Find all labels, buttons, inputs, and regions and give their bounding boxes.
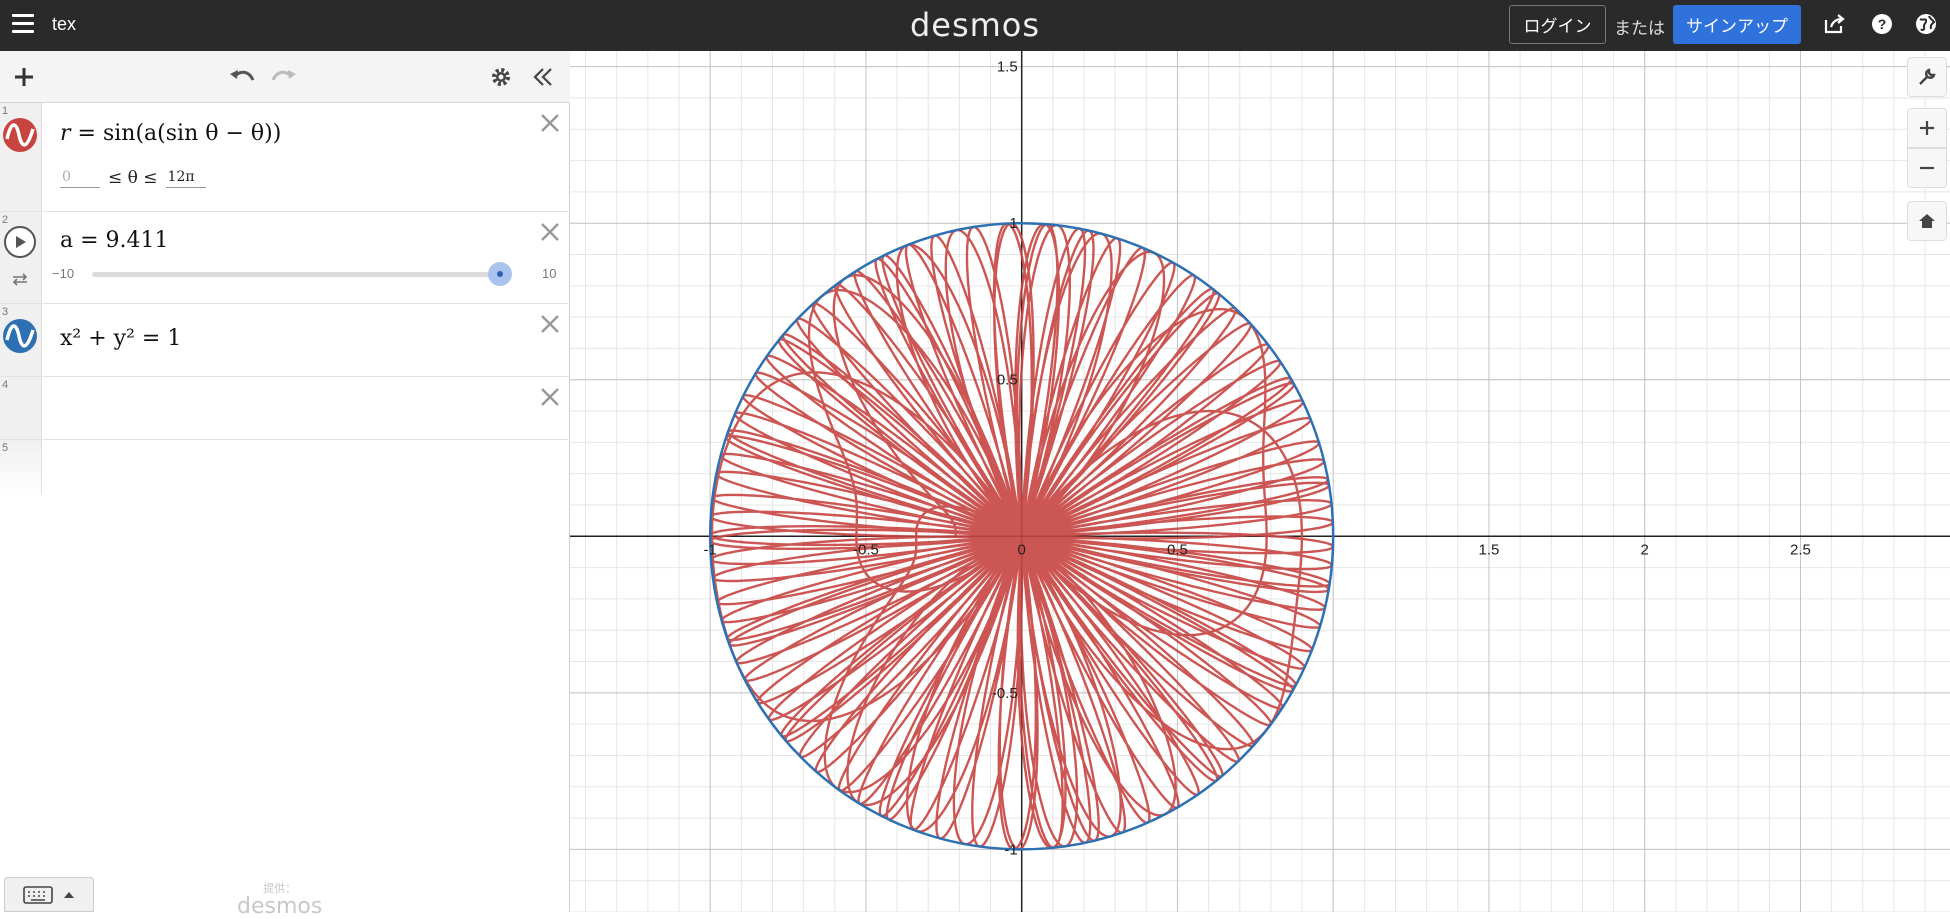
expression-item[interactable]: 4 xyxy=(0,377,570,440)
graph-title[interactable]: tex xyxy=(52,14,76,35)
x-tick-label: -0.5 xyxy=(853,541,879,558)
y-tick-label: -0.5 xyxy=(992,685,1018,702)
remove-expression-icon[interactable] xyxy=(538,220,562,244)
expr-lhs: r xyxy=(60,121,71,146)
x-tick-label: 0.5 xyxy=(1167,541,1188,558)
expr-rhs: sin(a(sin θ − θ)) xyxy=(102,121,282,146)
expression-index: 2 xyxy=(2,214,9,226)
expression-item[interactable]: 3 x² + y² = 1 xyxy=(0,304,570,377)
help-icon[interactable]: ? xyxy=(1870,12,1894,36)
y-tick-label: 1.5 xyxy=(997,59,1018,76)
expression-index: 1 xyxy=(2,105,9,117)
share-icon[interactable] xyxy=(1823,12,1847,36)
redo-button[interactable] xyxy=(270,63,298,91)
slider-min-label[interactable]: −10 xyxy=(52,266,74,281)
slider[interactable]: −10 10 xyxy=(52,262,562,286)
expression-item[interactable]: 1 r = sin(a(sin θ − θ)) 0 ≤ θ ≤ 12π xyxy=(0,103,570,212)
powered-by-brand: desmos xyxy=(237,894,323,919)
x-tick-label: 2.5 xyxy=(1790,541,1811,558)
domain-max-input[interactable]: 12π xyxy=(165,169,206,188)
graph-canvas[interactable]: -1 -0.5 0 0.5 1.5 2 2.5 1.5 1 0.5 -0.5 -1 xyxy=(570,51,1950,912)
domain-symbol: ≤ θ ≤ xyxy=(108,168,158,188)
graph-settings-wrench-icon[interactable] xyxy=(1907,57,1947,97)
new-expression-item[interactable]: 5 xyxy=(0,440,570,495)
y-tick-label: 0.5 xyxy=(997,372,1018,389)
x-tick-label: 0 xyxy=(1018,541,1026,558)
expression-list: 1 r = sin(a(sin θ − θ)) 0 ≤ θ ≤ 12π 2 a … xyxy=(0,103,570,495)
y-tick-label: -1 xyxy=(1004,841,1017,858)
domain-min-input[interactable]: 0 xyxy=(60,169,100,188)
menu-icon[interactable] xyxy=(12,14,34,34)
x-tick-label: 2 xyxy=(1641,541,1649,558)
curve-color-icon[interactable] xyxy=(2,117,38,158)
slider-value-text[interactable]: a = 9.411 xyxy=(60,228,169,253)
expression-latex[interactable]: x² + y² = 1 xyxy=(60,326,181,351)
x-tick-label: 1.5 xyxy=(1479,541,1500,558)
zoom-out-button[interactable] xyxy=(1907,148,1947,188)
expression-toolbar xyxy=(0,51,570,103)
powered-by-desmos[interactable]: 提供： desmos xyxy=(237,880,322,919)
login-button[interactable]: ログイン xyxy=(1509,5,1606,44)
or-text: または xyxy=(1614,19,1665,38)
keyboard-icon xyxy=(23,885,53,904)
settings-icon[interactable] xyxy=(487,63,515,91)
remove-expression-icon[interactable] xyxy=(538,385,562,409)
y-tick-label: 1 xyxy=(1009,215,1017,232)
slider-track[interactable] xyxy=(92,272,512,277)
expression-index: 4 xyxy=(2,379,9,391)
top-bar: tex desmos ログイン または サインアップ ? xyxy=(0,0,1950,51)
undo-button[interactable] xyxy=(228,63,256,91)
remove-expression-icon[interactable] xyxy=(538,312,562,336)
add-item-button[interactable] xyxy=(10,63,38,91)
keypad-toggle-button[interactable] xyxy=(4,877,94,912)
x-tick-label: -1 xyxy=(704,541,717,558)
loop-icon[interactable] xyxy=(10,272,30,291)
expression-item[interactable]: 2 a = 9.411 −10 10 xyxy=(0,212,570,304)
globe-icon[interactable] xyxy=(1914,12,1938,36)
expression-index: 3 xyxy=(2,306,9,318)
collapse-panel-icon[interactable] xyxy=(529,63,557,91)
expression-latex[interactable]: r = sin(a(sin θ − θ)) xyxy=(60,121,281,146)
domain-row: 0 ≤ θ ≤ 12π xyxy=(60,168,214,188)
slider-max-label[interactable]: 10 xyxy=(542,266,556,281)
signup-button[interactable]: サインアップ xyxy=(1673,5,1801,44)
slider-thumb[interactable] xyxy=(487,262,512,286)
default-viewport-home-icon[interactable] xyxy=(1907,201,1947,241)
svg-text:?: ? xyxy=(1878,16,1887,32)
curve-color-icon[interactable] xyxy=(2,318,38,359)
expression-index: 5 xyxy=(2,442,9,454)
graph-plot[interactable]: -1 -0.5 0 0.5 1.5 2 2.5 1.5 1 0.5 -0.5 -1 xyxy=(570,51,1950,912)
expression-panel: 1 r = sin(a(sin θ − θ)) 0 ≤ θ ≤ 12π 2 a … xyxy=(0,51,570,919)
remove-expression-icon[interactable] xyxy=(538,111,562,135)
zoom-in-button[interactable] xyxy=(1907,108,1947,148)
caret-up-icon xyxy=(64,891,74,898)
play-icon[interactable] xyxy=(4,226,36,258)
expr-eq: = xyxy=(77,121,96,146)
